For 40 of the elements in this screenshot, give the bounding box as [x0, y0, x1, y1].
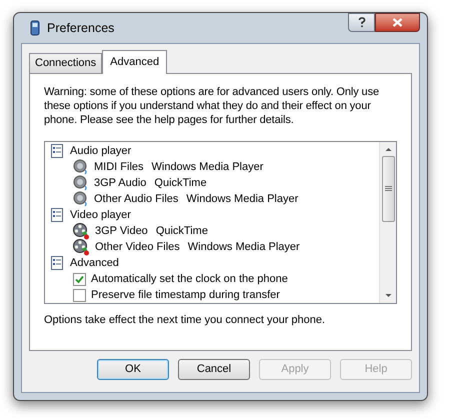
option-name[interactable]: Preserve file timestamp during transfer [91, 286, 280, 303]
option-name[interactable]: MIDI Files [94, 158, 144, 176]
options-tree[interactable] [44, 141, 397, 304]
dialog-button[interactable]: Cancel [178, 359, 250, 380]
group-label[interactable]: Advanced [70, 254, 119, 272]
help-icon [358, 17, 366, 28]
close-button[interactable] [375, 13, 420, 32]
option-value[interactable]: Windows Media Player [186, 190, 298, 208]
option-value[interactable]: Windows Media Player [188, 238, 300, 256]
warning-text: Warning: some of these options are for advanced users only. Only use these options if you understand what they do and their effect on your phone. Please see the help pages for further details. [44, 85, 380, 127]
option-value[interactable]: QuickTime [156, 222, 208, 240]
phone-icon [29, 20, 41, 36]
checkbox[interactable] [73, 288, 86, 302]
option-name[interactable]: Other Audio Files [94, 190, 178, 208]
checkbox[interactable] [73, 272, 86, 286]
tab[interactable]: Advanced [102, 50, 168, 74]
close-icon [392, 18, 403, 27]
group-label[interactable]: Video player [70, 206, 131, 224]
note-text: Options take effect the next time you connect your phone. [44, 313, 326, 328]
help-button[interactable] [348, 13, 375, 32]
film-reel-icon [73, 238, 90, 256]
list-icon [50, 256, 64, 270]
speaker-icon [73, 159, 89, 175]
group-label[interactable]: Audio player [70, 142, 132, 160]
scrollbar[interactable] [379, 142, 396, 303]
option-value[interactable]: Windows Media Player [152, 158, 264, 176]
list-icon [50, 144, 64, 158]
option-name[interactable]: 3GP Audio [94, 174, 146, 192]
speaker-icon [73, 175, 89, 191]
tab[interactable]: Connections [29, 53, 102, 73]
speaker-icon [73, 191, 89, 207]
option-name[interactable]: Automatically set the clock on the phone [91, 270, 288, 288]
list-icon [50, 208, 64, 222]
option-name[interactable]: Other Video Files [95, 238, 180, 256]
window-title: Preferences [47, 20, 116, 37]
scroll-thumb[interactable] [382, 156, 394, 222]
option-value[interactable]: QuickTime [154, 174, 207, 192]
dialog-button[interactable]: OK [97, 359, 169, 380]
option-name[interactable]: 3GP Video [95, 222, 148, 240]
film-reel-icon [73, 222, 90, 240]
